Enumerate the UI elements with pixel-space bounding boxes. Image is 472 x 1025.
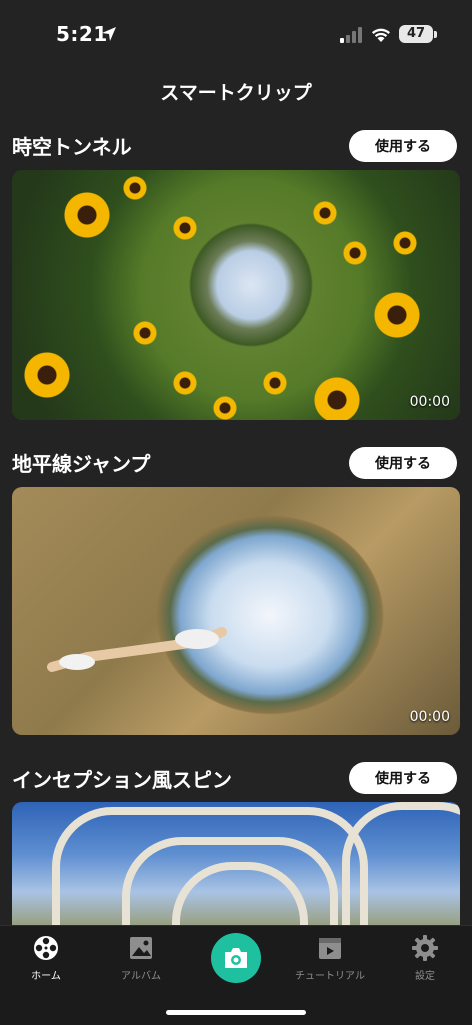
tab-label: アルバム [121, 971, 161, 982]
use-button-time-tunnel[interactable]: 使用する [349, 130, 457, 162]
wifi-icon [372, 28, 390, 42]
flower-decoration [22, 350, 72, 400]
camera-button[interactable] [211, 933, 261, 983]
tab-settings[interactable]: 設定 [385, 926, 465, 996]
home-indicator [166, 1010, 306, 1015]
flower-decoration [312, 200, 338, 226]
tab-label: ホーム [31, 971, 61, 982]
section-title-horizon-jump: 地平線ジャンプ [12, 452, 151, 476]
tab-label: 設定 [415, 971, 435, 982]
cellular-signal-icon [340, 27, 362, 43]
location-arrow-icon [102, 27, 116, 41]
flower-decoration [392, 230, 418, 256]
tab-tutorial[interactable]: チュートリアル [290, 926, 370, 996]
flower-decoration [132, 320, 158, 346]
section-title-inception-spin: インセプション風スピン [12, 768, 232, 792]
status-time: 5:21 [56, 22, 108, 46]
preview-video-time-tunnel[interactable]: 00:00 [12, 170, 460, 420]
section-title-time-tunnel: 時空トンネル [12, 135, 132, 159]
jumping-person-graphic [47, 627, 227, 672]
image-icon [130, 937, 152, 959]
flower-decoration [342, 240, 368, 266]
flower-decoration [372, 290, 422, 340]
video-tutorial-icon [319, 938, 341, 959]
flower-decoration [212, 395, 238, 420]
page-title: スマートクリップ [160, 82, 312, 104]
video-duration: 00:00 [409, 394, 450, 410]
flower-decoration [172, 370, 198, 396]
flower-decoration [62, 190, 112, 240]
status-bar: 5:21 47 [0, 0, 472, 70]
tab-home[interactable]: ホーム [6, 926, 86, 996]
gear-icon [412, 935, 438, 961]
use-button-inception-spin[interactable]: 使用する [349, 762, 457, 794]
flower-decoration [122, 175, 148, 201]
video-duration: 00:00 [409, 709, 450, 725]
battery-indicator: 47 [399, 25, 433, 43]
flower-decoration [172, 215, 198, 241]
tab-label: チュートリアル [295, 971, 365, 982]
flower-decoration [312, 375, 362, 420]
use-button-horizon-jump[interactable]: 使用する [349, 447, 457, 479]
preview-video-horizon-jump[interactable]: 00:00 [12, 487, 460, 735]
battery-tip [434, 31, 437, 38]
flower-decoration [262, 370, 288, 396]
camera-icon [225, 948, 247, 968]
film-reel-icon [34, 936, 58, 960]
tab-album[interactable]: アルバム [101, 926, 181, 996]
